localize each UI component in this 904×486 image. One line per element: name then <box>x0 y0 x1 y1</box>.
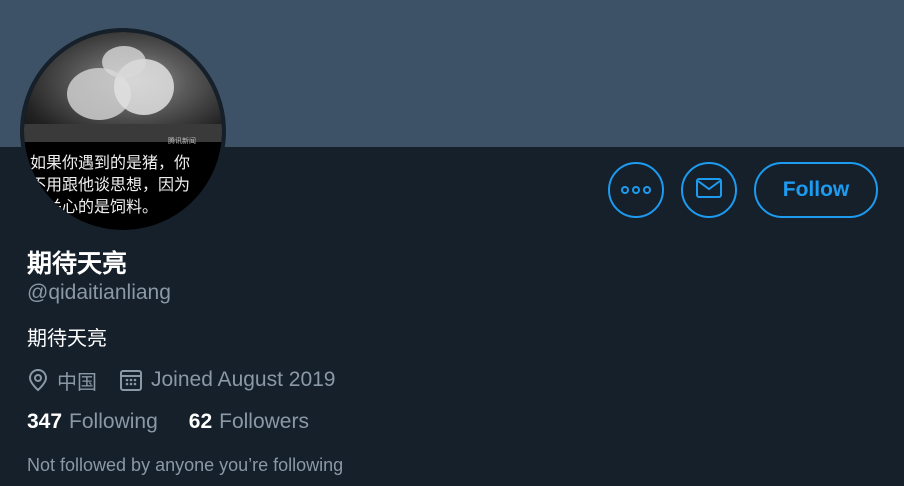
avatar-image: 腾讯新闻 如果你遇到的是猪，你 不用跟他谈思想，因为 他关心的是饲料。 <box>24 32 222 230</box>
avatar-watermark: 腾讯新闻 <box>168 138 196 145</box>
user-handle: @qidaitianliang <box>27 281 171 304</box>
calendar-icon <box>119 368 143 392</box>
envelope-icon <box>695 177 723 204</box>
follow-button[interactable]: Follow <box>754 162 878 218</box>
location-pin-icon <box>27 368 49 392</box>
following-link[interactable]: 347 Following <box>27 410 158 434</box>
avatar[interactable]: 腾讯新闻 如果你遇到的是猪，你 不用跟他谈思想，因为 他关心的是饲料。 <box>20 28 226 234</box>
following-count: 347 <box>27 410 63 433</box>
display-name: 期待天亮 <box>27 249 128 278</box>
more-options-button[interactable] <box>608 162 664 218</box>
join-date: Joined August 2019 <box>151 368 336 391</box>
location: 中国 <box>57 369 97 394</box>
avatar-caption: 如果你遇到的是猪，你 不用跟他谈思想，因为 他关心的是饲料。 <box>30 153 191 216</box>
followers-link[interactable]: 62 Followers <box>189 410 309 434</box>
avatar-photo <box>24 32 222 142</box>
following-label: Following <box>69 410 158 433</box>
bio: 期待天亮 <box>27 326 107 350</box>
followers-count: 62 <box>188 410 213 433</box>
followers-label: Followers <box>219 410 309 433</box>
message-button[interactable] <box>681 162 737 218</box>
profile-meta: 中国 Joined August 2019 <box>27 366 336 394</box>
more-horizontal-icon <box>621 181 651 199</box>
follow-stats: 347 Following 62 Followers <box>27 410 340 434</box>
social-context: Not followed by anyone you’re following <box>27 455 344 475</box>
